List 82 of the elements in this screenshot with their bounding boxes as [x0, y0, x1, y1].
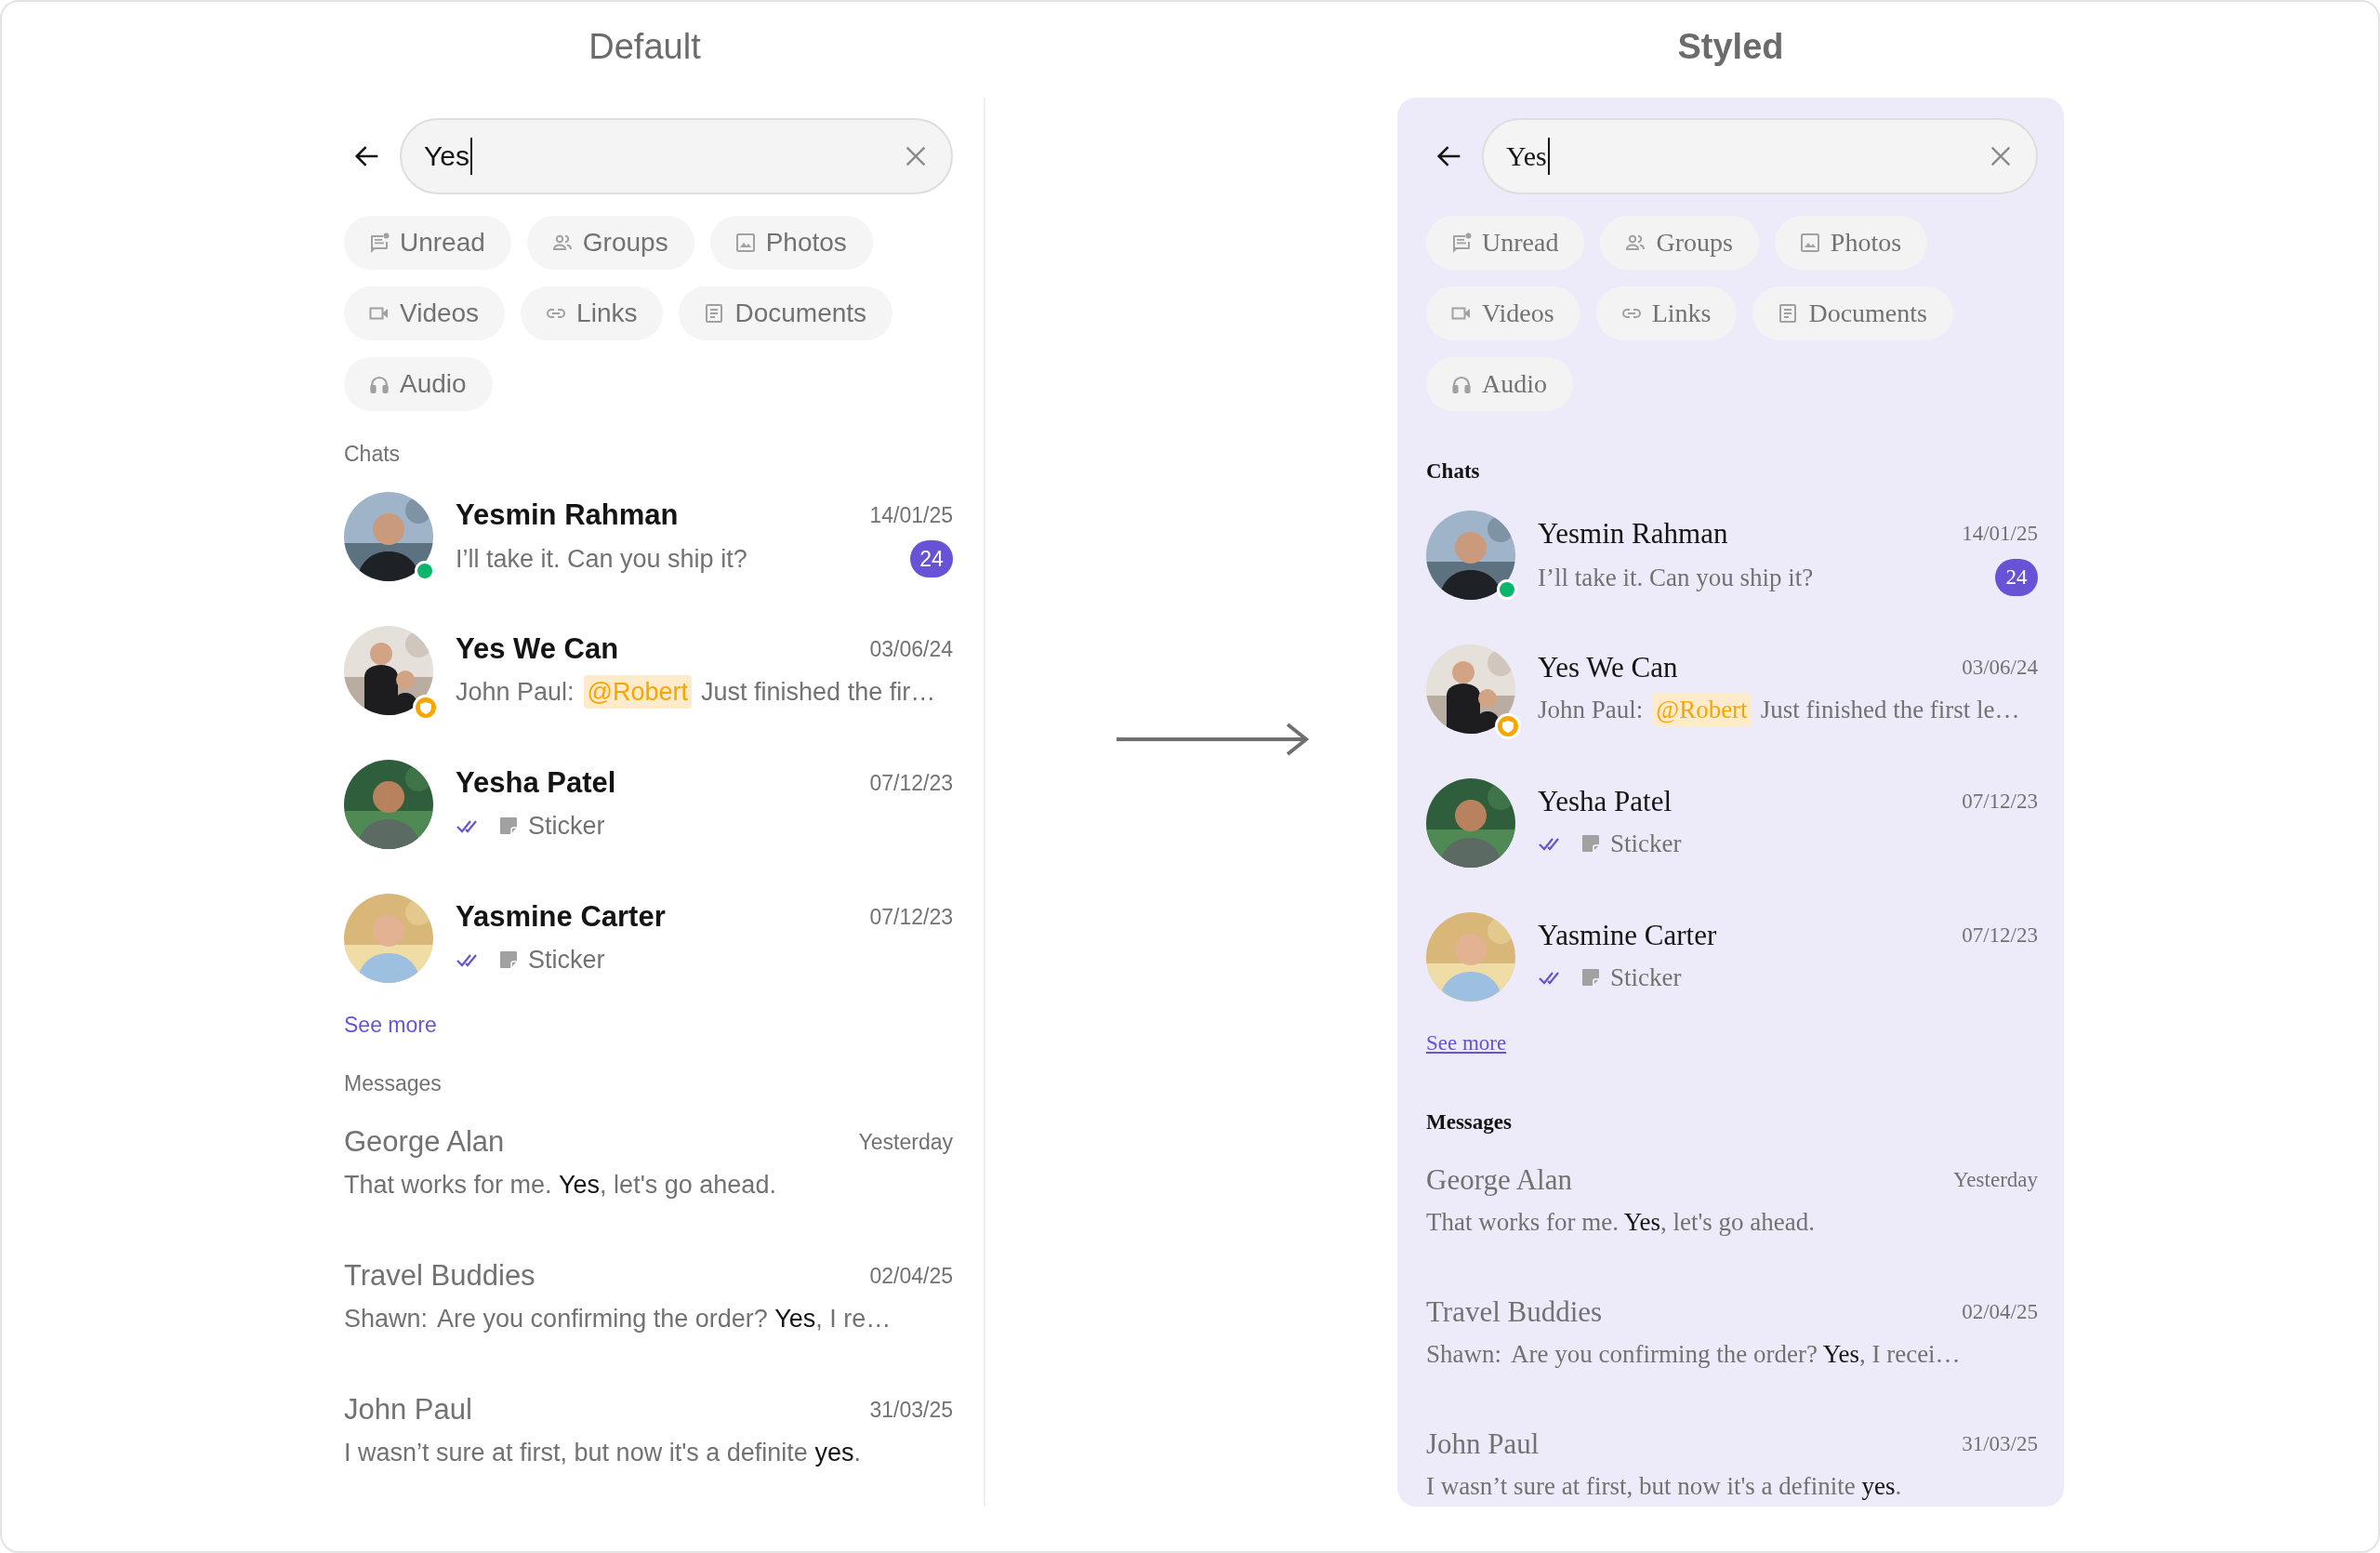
- message-preview: Just finished the first le…: [1760, 695, 2020, 725]
- contact-name: Yesmin Rahman: [456, 498, 679, 533]
- filter-chip[interactable]: Audio: [1426, 357, 1573, 411]
- filter-chip[interactable]: Videos: [344, 286, 506, 340]
- date-label: 07/12/23: [869, 769, 953, 797]
- panel-title: Styled: [1677, 26, 1784, 68]
- sender-label: Shawn:: [344, 1304, 429, 1334]
- sticker-icon: [498, 816, 519, 836]
- message-preview: Sticker: [1610, 829, 1682, 859]
- date-label: 07/12/23: [869, 903, 953, 931]
- message-preview: Sticker: [528, 811, 605, 842]
- section-label: Messages: [344, 1070, 443, 1096]
- filter-chip[interactable]: Groups: [1600, 216, 1759, 270]
- filter-chip[interactable]: Audio: [344, 357, 493, 411]
- contact-name: Yes We Can: [1538, 650, 1678, 685]
- sticker-icon: [498, 949, 519, 970]
- sticker-icon: [1580, 833, 1601, 854]
- unread-count-badge: 24: [910, 540, 953, 577]
- date-label: 02/04/25: [869, 1262, 953, 1290]
- conversation-name: Travel Buddies: [1426, 1294, 1603, 1330]
- search-field[interactable]: Yes: [400, 118, 953, 194]
- date-label: 03/06/24: [869, 635, 953, 663]
- date-label: Yesterday: [1953, 1166, 2038, 1193]
- filter-chip[interactable]: Documents: [1752, 286, 1953, 340]
- date-label: 07/12/23: [1962, 922, 2038, 949]
- chat-icon: [368, 232, 390, 254]
- filter-chip[interactable]: Photos: [709, 216, 873, 270]
- message-preview: Sticker: [1610, 962, 1682, 993]
- panel-title: Default: [588, 26, 702, 68]
- sender-label: John Paul:: [1538, 695, 1644, 725]
- filter-chip[interactable]: Unread: [344, 216, 511, 270]
- contact-name: Yasmine Carter: [456, 899, 666, 935]
- date-label: Yesterday: [858, 1128, 953, 1156]
- filter-chip[interactable]: Videos: [1426, 286, 1580, 340]
- contact-name: Yesha Patel: [456, 765, 616, 801]
- section-label: Messages: [1426, 1109, 1513, 1135]
- message-preview: I wasn’t sure at first, but now it's a definite yes.: [1426, 1471, 1902, 1502]
- message-preview: Are you confirming the order? Yes, I recei…: [1511, 1339, 1961, 1370]
- contact-name: Yesha Patel: [1538, 784, 1673, 819]
- sender-label: Shawn:: [1426, 1339, 1501, 1370]
- date-label: 03/06/24: [1962, 654, 2038, 681]
- mention-tag: @Robert: [583, 675, 693, 709]
- filter-chip[interactable]: Links: [521, 286, 664, 340]
- message-preview: Sticker: [528, 945, 605, 976]
- message-preview: That works for me. Yes, let's go ahead.: [344, 1170, 776, 1201]
- unread-count-badge: 24: [1995, 559, 2038, 596]
- sticker-icon: [1580, 967, 1601, 988]
- message-preview: I’ll take it. Can you ship it?: [1538, 563, 1814, 593]
- message-preview: That works for me. Yes, let's go ahead.: [1426, 1207, 1816, 1238]
- filter-chip[interactable]: Documents: [679, 286, 893, 340]
- contact-name: Yasmine Carter: [1538, 918, 1717, 953]
- conversation-name: John Paul: [1426, 1427, 1540, 1462]
- conversation-name: George Alan: [1426, 1162, 1572, 1198]
- image-icon: [734, 232, 757, 254]
- mention-tag: @Robert: [1652, 693, 1752, 726]
- chat-icon: [1450, 232, 1473, 254]
- section-label: Chats: [1426, 458, 1481, 484]
- date-label: 02/04/25: [1962, 1298, 2038, 1325]
- filter-chip[interactable]: Groups: [526, 216, 694, 270]
- date-label: 31/03/25: [1962, 1430, 2038, 1457]
- see-more-link[interactable]: See more: [344, 1012, 437, 1038]
- sender-label: John Paul:: [456, 677, 575, 708]
- search-field[interactable]: Yes: [1482, 118, 2038, 194]
- filter-chip[interactable]: Photos: [1774, 216, 1928, 270]
- image-icon: [1798, 232, 1821, 254]
- message-preview: I’ll take it. Can you ship it?: [456, 544, 747, 575]
- filter-chip[interactable]: Unread: [1426, 216, 1585, 270]
- conversation-name: George Alan: [344, 1124, 505, 1160]
- message-preview: Are you confirming the order? Yes, I re…: [437, 1304, 892, 1334]
- filter-chip[interactable]: Links: [1595, 286, 1738, 340]
- conversation-name: John Paul: [344, 1392, 472, 1427]
- date-label: 31/03/25: [869, 1396, 953, 1424]
- message-preview: Just finished the fir…: [701, 677, 936, 708]
- conversation-name: Travel Buddies: [344, 1258, 536, 1294]
- section-label: Chats: [344, 441, 402, 467]
- contact-name: Yes We Can: [456, 631, 619, 667]
- contact-name: Yesmin Rahman: [1538, 516, 1728, 551]
- date-label: 07/12/23: [1962, 788, 2038, 815]
- date-label: 14/01/25: [869, 501, 953, 529]
- date-label: 14/01/25: [1962, 520, 2038, 547]
- message-preview: I wasn’t sure at first, but now it's a definite yes.: [344, 1438, 861, 1468]
- see-more-link[interactable]: See more: [1426, 1030, 1507, 1056]
